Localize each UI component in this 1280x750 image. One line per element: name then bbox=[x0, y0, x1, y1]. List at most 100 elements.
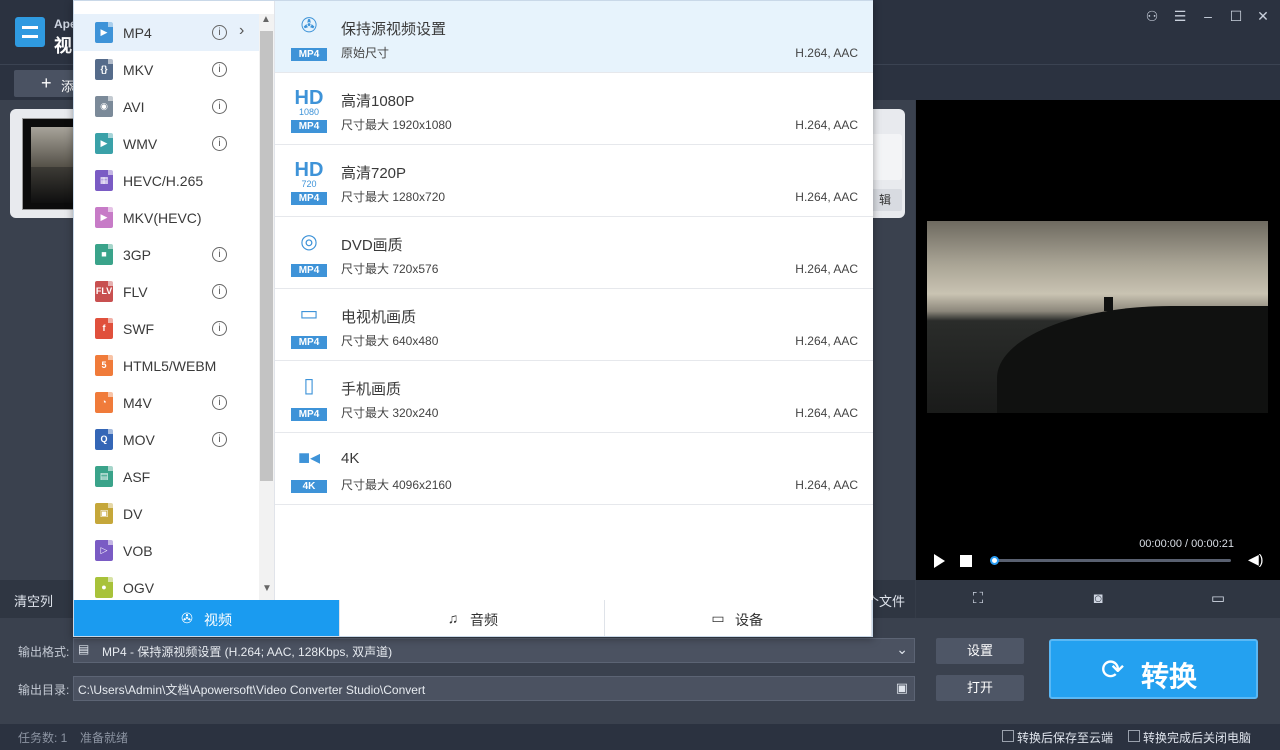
avi-icon: ◉ bbox=[95, 96, 113, 117]
headphones-icon: ♫ bbox=[447, 610, 459, 626]
stop-icon[interactable] bbox=[960, 555, 972, 567]
format-item[interactable]: ▣ DV bbox=[74, 495, 259, 532]
account-icon[interactable]: ⚇ bbox=[1141, 6, 1163, 26]
format-item[interactable]: Q MOV i bbox=[74, 421, 259, 458]
film-reel-icon: ✇ MP4 bbox=[291, 14, 327, 61]
preset-resolution: 尺寸最大 720x576 bbox=[341, 262, 439, 276]
format-item[interactable]: ■ 3GP i bbox=[74, 236, 259, 273]
folder-icon[interactable]: ▣ bbox=[896, 680, 908, 696]
format-item[interactable]: ▶ MKV(HEVC) bbox=[74, 199, 259, 236]
settings-button[interactable]: 设置 bbox=[936, 638, 1024, 664]
menu-icon[interactable]: ☰ bbox=[1169, 6, 1191, 26]
ogv-icon: ● bbox=[95, 577, 113, 598]
preset-item[interactable]: ▯ MP4 手机画质 尺寸最大 320x240 H.264, AAC bbox=[275, 361, 873, 433]
format-item[interactable]: ◉ AVI i bbox=[74, 88, 259, 125]
chevron-right-icon: › bbox=[239, 22, 245, 39]
minimize-icon[interactable]: – bbox=[1197, 6, 1219, 26]
task-count: 任务数: 1 bbox=[18, 731, 68, 745]
format-item[interactable]: 5 HTML5/WEBM bbox=[74, 347, 259, 384]
shutdown-label: 转换完成后关闭电脑 bbox=[1143, 731, 1252, 745]
preset-title: 电视机画质 bbox=[341, 309, 417, 326]
close-icon[interactable]: ✕ bbox=[1252, 6, 1274, 26]
format-item[interactable]: ▶ MP4 i › bbox=[74, 14, 259, 51]
open-folder-button[interactable]: 打开 bbox=[936, 675, 1024, 701]
format-item[interactable]: ▤ ASF bbox=[74, 458, 259, 495]
format-scrollbar[interactable]: ▲ ▼ bbox=[259, 14, 274, 600]
info-icon[interactable]: i bbox=[212, 284, 227, 299]
maximize-icon[interactable]: ☐ bbox=[1225, 6, 1247, 26]
file-options-box bbox=[870, 134, 902, 180]
tab-devices[interactable]: ▭ 设备 bbox=[605, 600, 872, 636]
format-item[interactable]: ● OGV bbox=[74, 569, 259, 600]
tab-audio[interactable]: ♫ 音频 bbox=[340, 600, 605, 636]
info-icon[interactable]: i bbox=[212, 136, 227, 151]
tab-label: 设备 bbox=[735, 612, 763, 628]
preset-format-tag: MP4 bbox=[291, 336, 327, 349]
format-item[interactable]: f SWF i bbox=[74, 310, 259, 347]
preset-codec: H.264, AAC bbox=[795, 118, 858, 132]
status-bar: 任务数: 1 准备就绪 转换后保存至云端 转换完成后关闭电脑 bbox=[0, 724, 1280, 750]
hd-720-icon: HD 720 MP4 bbox=[291, 158, 327, 205]
clear-list-button[interactable]: 清空列 bbox=[14, 591, 53, 610]
swf-icon: f bbox=[95, 318, 113, 339]
preset-item[interactable]: ■◂ 4K 4K 尺寸最大 4096x2160 H.264, AAC bbox=[275, 433, 873, 505]
format-name: MP4 bbox=[123, 25, 152, 41]
format-name: VOB bbox=[123, 543, 153, 559]
3gp-icon: ■ bbox=[95, 244, 113, 265]
format-name: FLV bbox=[123, 284, 148, 300]
scrollbar-thumb[interactable] bbox=[260, 31, 273, 481]
preset-item[interactable]: ◎ MP4 DVD画质 尺寸最大 720x576 H.264, AAC bbox=[275, 217, 873, 289]
convert-button[interactable]: ⟳ 转换 bbox=[1049, 639, 1258, 699]
preset-item[interactable]: HD 1080 MP4 高清1080P 尺寸最大 1920x1080 H.264, AAC bbox=[275, 73, 873, 145]
output-dir-field[interactable]: C:\Users\Admin\文档\Apowersoft\Video Conve… bbox=[73, 676, 915, 701]
format-name: WMV bbox=[123, 136, 158, 152]
preset-resolution: 尺寸最大 320x240 bbox=[341, 406, 439, 420]
preset-resolution-badge: 1080 bbox=[298, 107, 320, 117]
chevron-down-icon: ⌄ bbox=[896, 641, 908, 657]
save-cloud-checkbox[interactable] bbox=[1002, 730, 1014, 742]
format-name: ASF bbox=[123, 469, 151, 485]
info-icon[interactable]: i bbox=[212, 395, 227, 410]
volume-icon[interactable]: ◀) bbox=[1248, 551, 1268, 569]
preset-resolution-badge: 720 bbox=[301, 179, 317, 189]
shutdown-checkbox[interactable] bbox=[1128, 730, 1140, 742]
preset-codec: H.264, AAC bbox=[795, 46, 858, 60]
scroll-up-icon[interactable]: ▲ bbox=[261, 14, 271, 25]
crop-icon[interactable]: ⛶ bbox=[968, 589, 988, 609]
info-icon[interactable]: i bbox=[212, 99, 227, 114]
info-icon[interactable]: i bbox=[212, 25, 227, 40]
preset-title: 手机画质 bbox=[341, 381, 402, 398]
format-item[interactable]: ▶ WMV i bbox=[74, 125, 259, 162]
edit-button[interactable]: 辑 bbox=[868, 189, 902, 211]
info-icon[interactable]: i bbox=[212, 247, 227, 262]
info-icon[interactable]: i bbox=[212, 62, 227, 77]
format-item[interactable]: ▷ VOB bbox=[74, 532, 259, 569]
preset-item[interactable]: HD 720 MP4 高清720P 尺寸最大 1280x720 H.264, AAC bbox=[275, 145, 873, 217]
scroll-down-icon[interactable]: ▼ bbox=[262, 583, 272, 594]
play-icon[interactable] bbox=[931, 552, 947, 570]
format-item[interactable]: FLV FLV i bbox=[74, 273, 259, 310]
preset-resolution: 尺寸最大 1920x1080 bbox=[341, 118, 452, 132]
output-format-select[interactable]: ▤ MP4 - 保持源视频设置 (H.264; AAC, 128Kbps, 双声… bbox=[73, 638, 915, 663]
preset-item[interactable]: ✇ MP4 保持源视频设置 原始尺寸 H.264, AAC bbox=[275, 1, 873, 73]
mkv-icon: {} bbox=[95, 59, 113, 80]
tab-video[interactable]: ✇ 视频 bbox=[74, 600, 340, 636]
format-item[interactable]: ▦ HEVC/H.265 bbox=[74, 162, 259, 199]
progress-knob[interactable] bbox=[990, 556, 999, 565]
camera-icon: ■◂ 4K bbox=[291, 446, 327, 493]
preset-item[interactable]: ▭ MP4 电视机画质 尺寸最大 640x480 H.264, AAC bbox=[275, 289, 873, 361]
preset-resolution: 尺寸最大 640x480 bbox=[341, 334, 439, 348]
format-item[interactable]: {} MKV i bbox=[74, 51, 259, 88]
mp4-icon: ▶ bbox=[95, 22, 113, 43]
snapshot-icon[interactable]: ◙ bbox=[1088, 589, 1108, 609]
folder-icon[interactable]: ▭ bbox=[1208, 589, 1228, 609]
preset-resolution: 尺寸最大 4096x2160 bbox=[341, 478, 452, 492]
output-format-value: MP4 - 保持源视频设置 (H.264; AAC, 128Kbps, 双声道) bbox=[102, 645, 393, 659]
progress-track[interactable] bbox=[994, 559, 1231, 562]
preview-action-bar: ⛶ ◙ ▭ bbox=[916, 580, 1280, 618]
format-item[interactable]: ◔ M4V i bbox=[74, 384, 259, 421]
info-icon[interactable]: i bbox=[212, 321, 227, 336]
info-icon[interactable]: i bbox=[212, 432, 227, 447]
format-name: 3GP bbox=[123, 247, 152, 263]
preset-codec: H.264, AAC bbox=[795, 406, 858, 420]
